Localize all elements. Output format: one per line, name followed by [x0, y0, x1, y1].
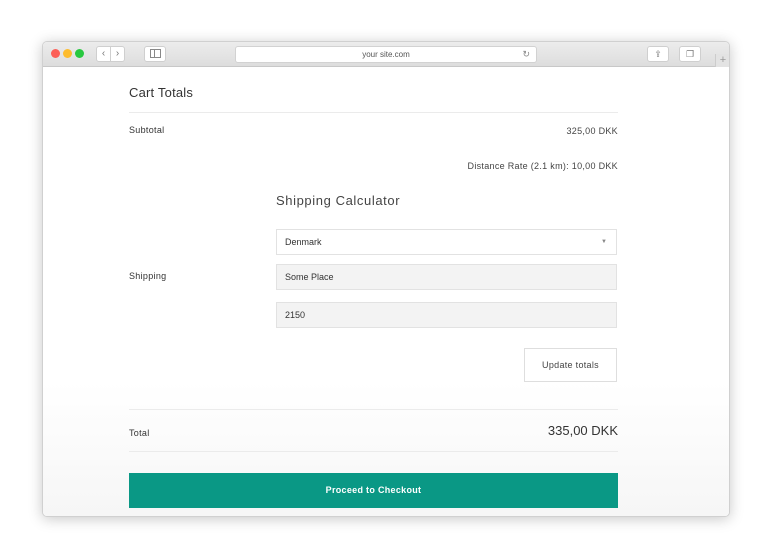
share-icon: ⇪	[654, 49, 662, 59]
browser-toolbar: ‹ › your site.com ↻ ⇪ ❐ +	[43, 42, 729, 69]
sidebar-icon	[149, 49, 161, 58]
minimize-icon[interactable]	[63, 49, 72, 58]
share-button[interactable]: ⇪	[647, 46, 669, 62]
city-value: Some Place	[285, 272, 334, 282]
sidebar-button[interactable]	[144, 46, 166, 62]
country-value: Denmark	[285, 237, 322, 247]
tabs-icon: ❐	[685, 49, 695, 59]
reload-icon[interactable]: ↻	[522, 47, 530, 61]
back-button[interactable]: ‹	[96, 46, 111, 62]
page-content: Cart Totals Subtotal 325,00 DKK Distance…	[43, 67, 729, 516]
divider	[129, 112, 618, 113]
maximize-icon[interactable]	[75, 49, 84, 58]
postcode-input[interactable]: 2150	[276, 302, 617, 328]
tabs-button[interactable]: ❐	[679, 46, 701, 62]
close-icon[interactable]	[51, 49, 60, 58]
new-tab-icon: +	[719, 54, 727, 66]
address-text: your site.com	[362, 50, 410, 59]
divider	[129, 409, 618, 410]
dropdown-arrow-icon: ▼	[601, 239, 607, 245]
total-label: Total	[129, 428, 150, 438]
subtotal-label: Subtotal	[129, 125, 165, 135]
proceed-to-checkout-button[interactable]: Proceed to Checkout	[129, 473, 618, 508]
cart-totals-title: Cart Totals	[129, 85, 194, 100]
forward-button[interactable]: ›	[110, 46, 125, 62]
country-select[interactable]: Denmark ▼	[276, 229, 617, 255]
address-bar[interactable]: your site.com ↻	[235, 46, 537, 63]
back-icon: ‹	[101, 48, 106, 59]
divider	[129, 451, 618, 452]
subtotal-value: 325,00 DKK	[566, 126, 618, 136]
postcode-value: 2150	[285, 310, 306, 320]
shipping-rate: Distance Rate (2.1 km): 10,00 DKK	[467, 161, 618, 171]
shipping-calculator-title[interactable]: Shipping Calculator	[276, 193, 400, 208]
shipping-label: Shipping	[129, 271, 167, 281]
total-value: 335,00 DKK	[547, 423, 618, 438]
browser-window: ‹ › your site.com ↻ ⇪ ❐ + Cart Totals Su…	[42, 41, 730, 517]
forward-icon: ›	[115, 48, 120, 59]
city-input[interactable]: Some Place	[276, 264, 617, 290]
update-totals-button[interactable]: Update totals	[524, 348, 617, 382]
